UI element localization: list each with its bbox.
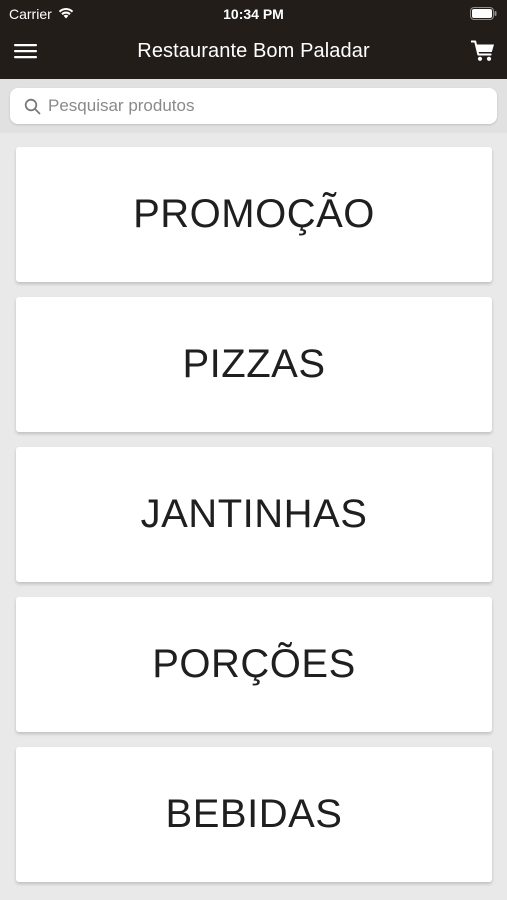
category-label: PORÇÕES — [152, 642, 356, 686]
page-title: Restaurante Bom Paladar — [137, 40, 370, 62]
category-card-promocao[interactable]: PROMOÇÃO — [16, 147, 492, 282]
status-bar: Carrier 10:34 PM — [0, 0, 507, 28]
hamburger-menu-icon — [14, 42, 38, 65]
category-card-pizzas[interactable]: PIZZAS — [16, 297, 492, 432]
battery-icon — [470, 7, 497, 20]
search-box[interactable] — [10, 88, 497, 124]
app-header: Carrier 10:34 PM Restaurante Bom Paladar — [0, 0, 507, 79]
category-card-jantinhas[interactable]: JANTINHAS — [16, 447, 492, 582]
search-bar-container — [0, 79, 507, 133]
category-label: JANTINHAS — [140, 492, 368, 536]
category-label: BEBIDAS — [165, 792, 343, 836]
category-card-porcoes[interactable]: PORÇÕES — [16, 597, 492, 732]
toolbar: Restaurante Bom Paladar — [0, 28, 507, 79]
category-label: PROMOÇÃO — [133, 192, 375, 236]
category-list: PROMOÇÃO PIZZAS JANTINHAS PORÇÕES BEBIDA… — [16, 147, 492, 897]
category-card-bebidas[interactable]: BEBIDAS — [16, 747, 492, 882]
cart-button[interactable] — [469, 38, 497, 68]
search-input[interactable] — [48, 96, 468, 116]
category-label: PIZZAS — [182, 342, 326, 386]
search-icon — [22, 96, 42, 116]
cart-icon — [470, 40, 495, 67]
menu-button[interactable] — [14, 39, 56, 67]
status-time: 10:34 PM — [223, 6, 284, 22]
